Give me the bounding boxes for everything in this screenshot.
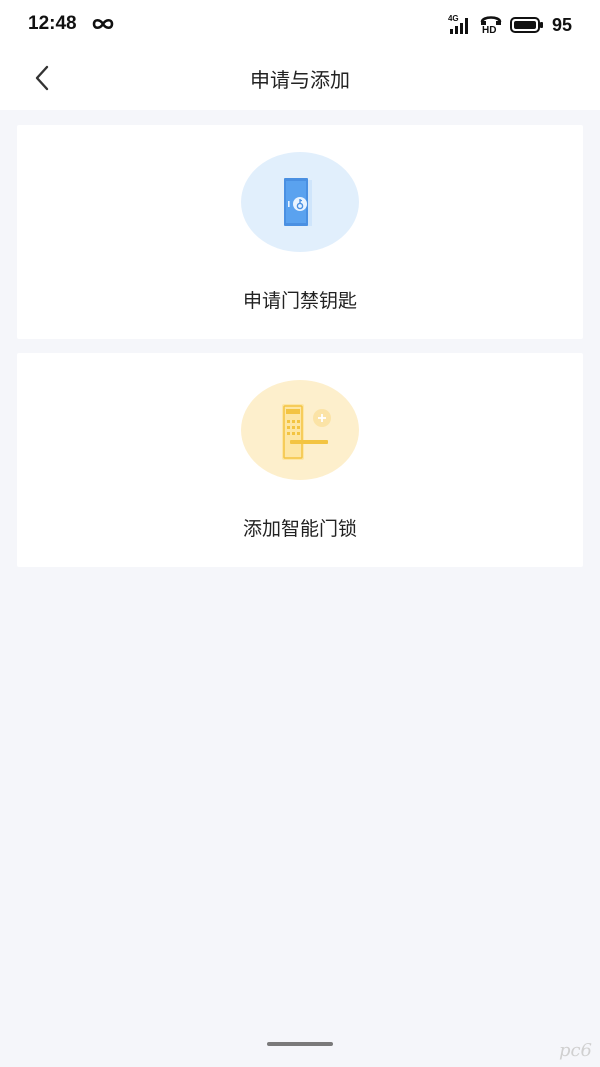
watermark: pc6 [558,1040,592,1061]
battery-level: 95 [551,14,572,35]
door-key-icon [284,178,312,226]
add-smart-lock-label: 添加智能门锁 [242,518,357,540]
apply-door-key-label: 申请门禁钥匙 [242,290,357,312]
signal-icon: 4G [448,14,472,36]
header-bar: 申请与添加 [0,50,600,110]
battery-icon [509,17,544,33]
status-time: 12:48 [28,13,77,34]
infinity-icon [90,14,116,34]
hd-label: HD [481,25,497,36]
add-smart-lock-card[interactable]: 添加智能门锁 [17,353,583,567]
page-title: 申请与添加 [250,68,350,92]
status-right: 4G HD 95 [448,13,572,37]
door-key-icon-circle [241,152,359,252]
status-bar: 12:48 4G HD 95 [0,0,600,50]
apply-door-key-card[interactable]: 申请门禁钥匙 [17,125,583,339]
smart-lock-add-icon [282,404,331,460]
smart-lock-icon-circle [241,380,359,480]
home-indicator[interactable] [267,1042,333,1046]
hd-call-icon: HD [480,14,502,36]
